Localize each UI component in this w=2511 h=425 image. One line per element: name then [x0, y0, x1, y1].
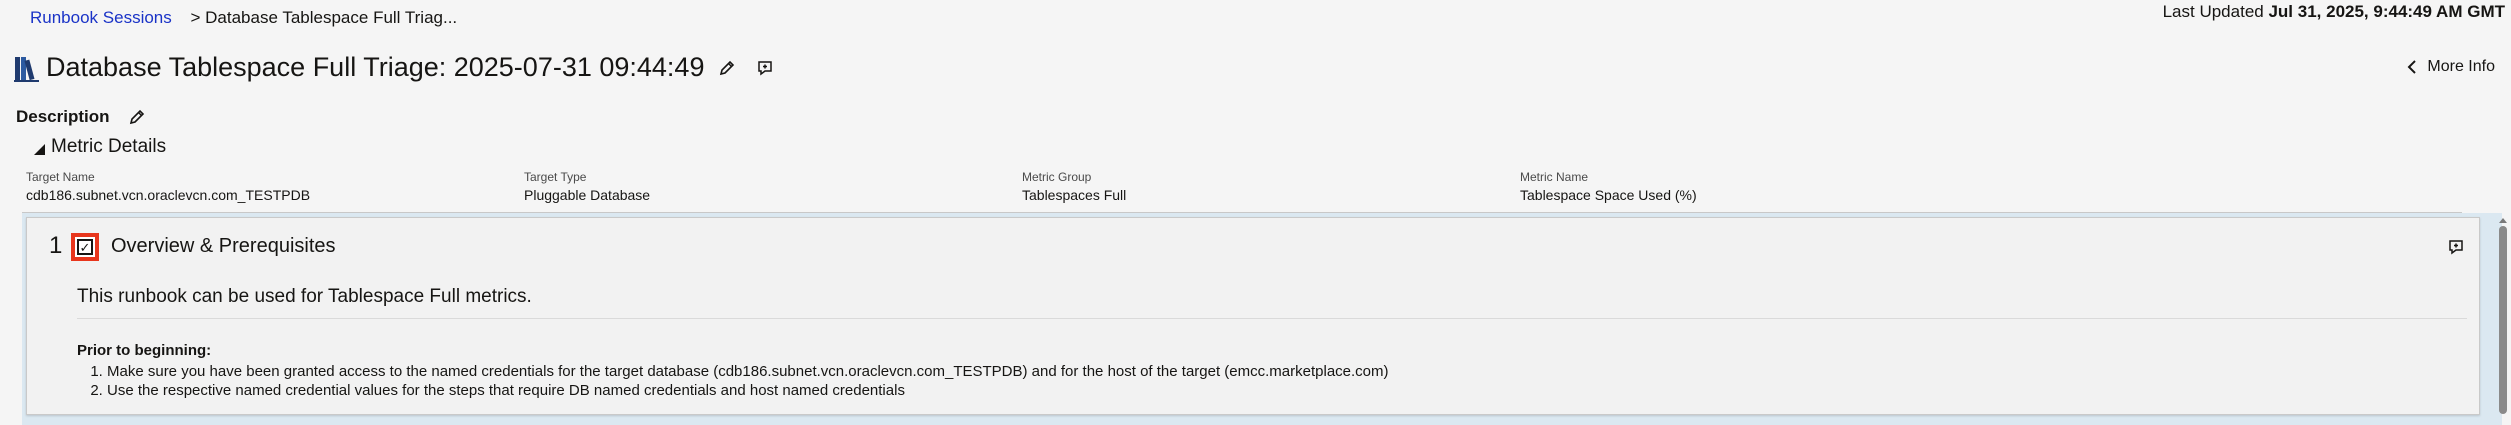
metric-details-row: Target Name cdb186.subnet.vcn.oraclevcn.…: [26, 170, 2462, 210]
prior-list-item: Make sure you have been granted access t…: [107, 362, 1389, 381]
edit-description-button[interactable]: [126, 106, 148, 128]
last-updated: Last Updated Jul 31, 2025, 9:44:49 AM GM…: [2163, 2, 2505, 22]
breadcrumb: Runbook Sessions > Database Tablespace F…: [30, 8, 457, 28]
prior-heading: Prior to beginning:: [77, 342, 212, 359]
metric-field-value: Pluggable Database: [524, 187, 651, 203]
step-card: 1 ✓ Overview & Prerequisites This runboo…: [26, 217, 2480, 415]
edit-title-button[interactable]: [716, 57, 738, 79]
metric-field-label: Metric Name: [1520, 170, 1589, 184]
metric-field-label: Target Type: [524, 170, 587, 184]
prior-list: Make sure you have been granted access t…: [77, 362, 1389, 400]
step-description: This runbook can be used for Tablespace …: [77, 286, 532, 307]
metric-field-target-type: Target Type Pluggable Database: [524, 170, 650, 203]
book-icon: [14, 56, 39, 82]
metric-field-label: Target Name: [26, 170, 95, 184]
metric-field-label: Metric Group: [1022, 170, 1092, 184]
steps-area: 1 ✓ Overview & Prerequisites This runboo…: [22, 213, 2502, 425]
comment-icon: [758, 60, 773, 75]
chevron-left-icon: [2407, 60, 2417, 74]
metric-details-title: Metric Details: [51, 136, 167, 157]
more-info-button[interactable]: More Info: [2407, 58, 2495, 76]
step-title: Overview & Prerequisites: [111, 235, 336, 257]
breadcrumb-current: > Database Tablespace Full Triag...: [190, 8, 458, 27]
metric-details-panel: Metric Details Target Name cdb186.subnet…: [22, 132, 2462, 213]
checkbox-icon: ✓: [77, 239, 93, 255]
more-info-label: More Info: [2427, 58, 2495, 75]
description-label: Description: [16, 107, 110, 126]
pencil-icon: [720, 60, 735, 75]
metric-details-toggle[interactable]: Metric Details: [34, 136, 166, 158]
last-updated-label: Last Updated: [2162, 2, 2264, 21]
comment-icon: [2449, 240, 2463, 255]
divider: [77, 318, 2467, 319]
description-section: Description: [16, 106, 148, 128]
scrollbar-thumb[interactable]: [2499, 226, 2507, 414]
collapse-triangle-icon: [34, 143, 45, 155]
last-updated-value: Jul 31, 2025, 9:44:49 AM GMT: [2268, 2, 2505, 21]
page-title: Database Tablespace Full Triage: 2025-07…: [46, 52, 705, 82]
metric-field-value: Tablespaces Full: [1022, 187, 1127, 203]
title-row: Database Tablespace Full Triage: 2025-07…: [14, 52, 776, 83]
metric-field-value: cdb186.subnet.vcn.oraclevcn.com_TESTPDB: [26, 187, 311, 203]
step-number: 1: [49, 232, 63, 259]
pencil-icon: [129, 109, 144, 125]
breadcrumb-link-runbook-sessions[interactable]: Runbook Sessions: [30, 8, 172, 27]
metric-field-value: Tablespace Space Used (%): [1520, 187, 1697, 203]
scroll-up-arrow-icon[interactable]: [2499, 218, 2507, 223]
metric-field-target-name: Target Name cdb186.subnet.vcn.oraclevcn.…: [26, 170, 310, 203]
prior-list-item: Use the respective named credential valu…: [107, 381, 1389, 400]
metric-field-metric-name: Metric Name Tablespace Space Used (%): [1520, 170, 1697, 203]
vertical-scrollbar[interactable]: [2499, 218, 2507, 418]
add-comment-button[interactable]: [754, 57, 776, 79]
step-comment-button[interactable]: [2445, 236, 2467, 258]
metric-field-metric-group: Metric Group Tablespaces Full: [1022, 170, 1126, 203]
step-complete-checkbox[interactable]: ✓: [71, 233, 99, 261]
